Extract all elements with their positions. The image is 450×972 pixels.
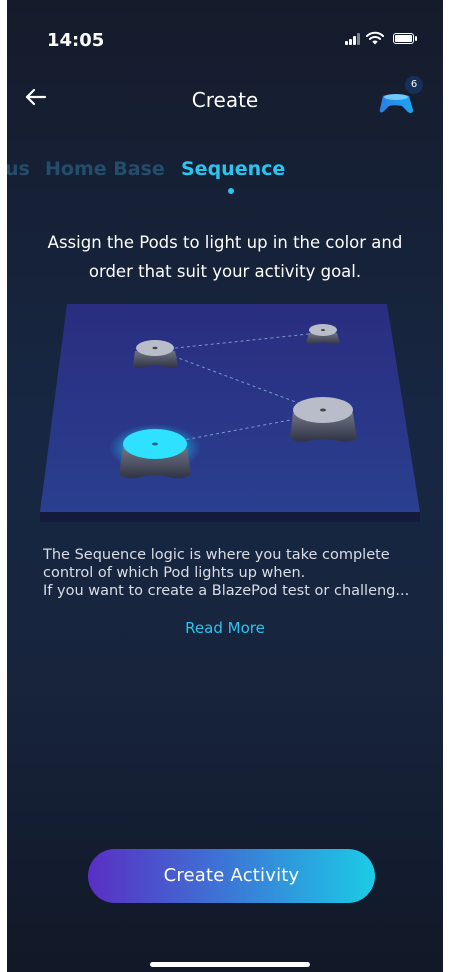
home-indicator[interactable] <box>150 962 310 967</box>
pod-top-left <box>133 340 178 369</box>
tab-home-base[interactable]: Home Base <box>45 158 165 180</box>
tab-bar: us Home Base Sequence <box>7 158 443 198</box>
status-time: 14:05 <box>47 30 105 51</box>
read-more-link[interactable]: Read More <box>7 619 443 637</box>
tab-sequence[interactable]: Sequence <box>181 158 285 180</box>
pods-count-badge: 6 <box>405 76 423 94</box>
active-tab-indicator <box>228 188 234 194</box>
description: The Sequence logic is where you take com… <box>43 546 423 600</box>
headline: Assign the Pods to light up in the color… <box>47 233 403 281</box>
create-activity-button[interactable]: Create Activity <box>88 849 375 903</box>
wifi-icon <box>366 31 384 45</box>
top-nav: Create 6 <box>7 76 443 120</box>
description-line: control of which Pod lights up when. <box>43 565 306 581</box>
screen: 14:05 Create 6 us Home Base Sequence Ass… <box>7 0 443 972</box>
battery-cap <box>415 36 417 41</box>
status-bar: 14:05 <box>7 0 443 70</box>
description-line: The Sequence logic is where you take com… <box>43 547 390 563</box>
sequence-illustration <box>40 304 420 522</box>
signal-icon <box>345 33 363 45</box>
tab-previous[interactable]: us <box>7 158 30 180</box>
pods-button[interactable]: 6 <box>377 76 427 118</box>
description-line: If you want to create a BlazePod test or… <box>43 583 410 599</box>
pod-top-right <box>306 324 340 345</box>
battery-icon <box>393 33 414 44</box>
pod-lit <box>109 424 201 479</box>
pod-right <box>290 397 357 442</box>
